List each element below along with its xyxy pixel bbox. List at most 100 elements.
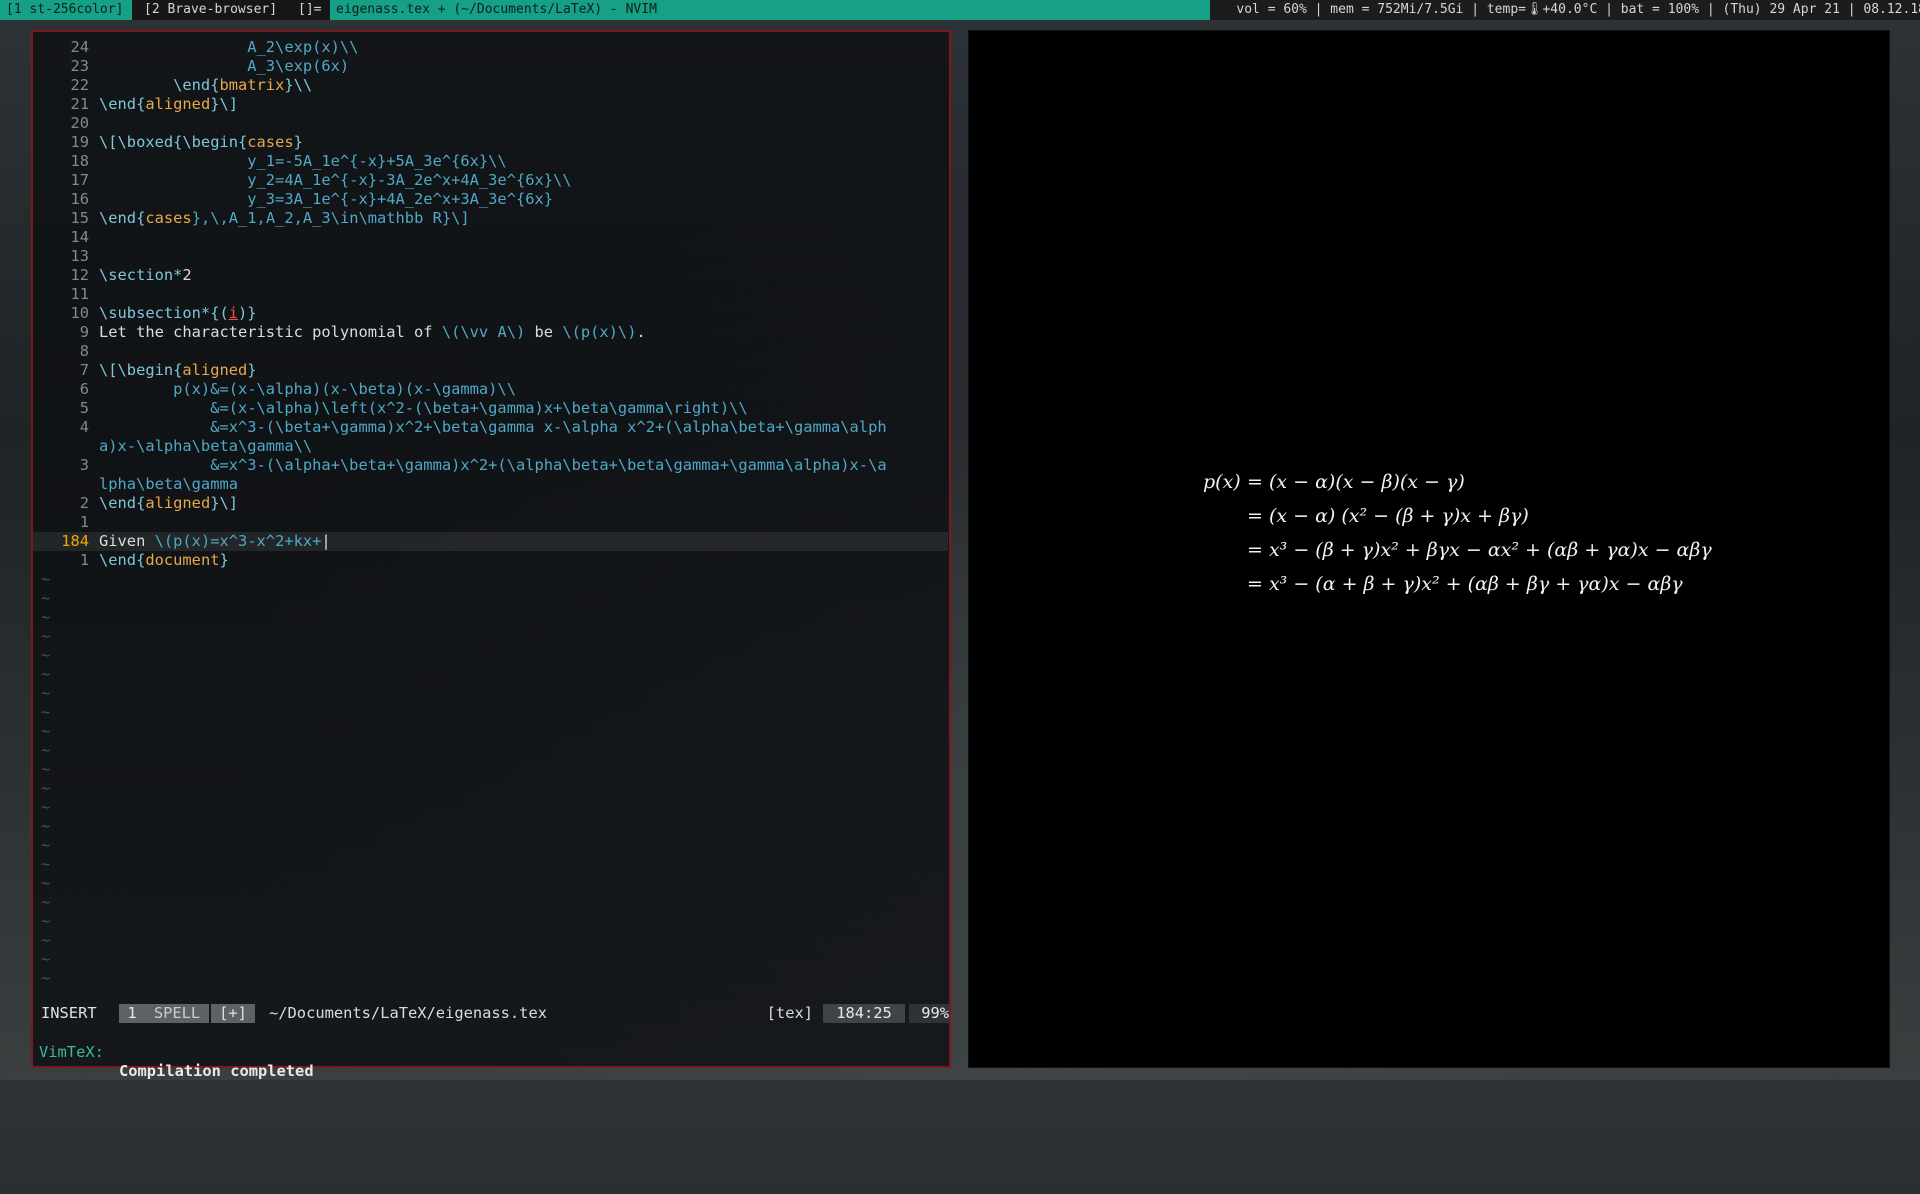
line-text: A_2\exp(x)\\ [99, 38, 358, 57]
line-text: \end{bmatrix}\\ [99, 76, 312, 95]
code-line[interactable]: 16 y_3=3A_1e^{-x}+4A_2e^x+3A_3e^{6x} [33, 190, 949, 209]
line-number: 184 [61, 532, 89, 550]
nvim-window[interactable]: 24 A_2\exp(x)\\ 23 A_3\exp(6x) 22 \end{bma… [31, 30, 951, 1080]
syntax-token: aligned [145, 494, 211, 512]
line-number: 14 [70, 228, 89, 246]
line-number: 19 [70, 133, 89, 151]
syntax-token: },\,A_1,A_2,A_3\in\mathbb R}\] [191, 209, 470, 227]
modified-flag: [+] [211, 1004, 255, 1023]
syntax-token: be [525, 323, 563, 341]
syntax-token: } [219, 551, 229, 569]
workspace-2-tag[interactable]: [2 Brave-browser] [138, 0, 300, 20]
code-line[interactable]: 21 \end{aligned}\] [33, 95, 949, 114]
cmdline-prefix: VimTeX: [39, 1043, 104, 1061]
empty-buffer-line: ~ [33, 893, 949, 912]
syntax-token: | [321, 532, 331, 550]
mode-indicator: INSERT [41, 1004, 97, 1022]
line-text: A_3\exp(6x) [99, 57, 349, 76]
syntax-token: i [228, 304, 239, 322]
syntax-token: aligned [182, 361, 248, 379]
code-line[interactable]: 14 [33, 228, 949, 247]
code-line[interactable]: 19 \[\boxed{\begin{cases} [33, 133, 949, 152]
syntax-token: A_3\exp(6x) [99, 57, 350, 75]
code-line[interactable]: 3 &=x^3-(\alpha+\beta+\gamma)x^2+(\alpha… [33, 456, 949, 475]
code-line[interactable]: 2 \end{aligned}\] [33, 494, 949, 513]
syntax-token: y_2=4A_1e^{-x}-3A_2e^x+4A_3e^{6x}\\ [99, 171, 572, 189]
empty-buffer-line: ~ [33, 665, 949, 684]
code-line[interactable]: 5 &=(x-\alpha)\left(x^2-(\beta+\gamma)x+… [33, 399, 949, 418]
equation-line: = (x − α) (x² − (β + γ)x + βγ) [1203, 505, 1529, 527]
command-line[interactable]: VimTeX: Compilation completed [33, 1024, 949, 1080]
line-text: \end{aligned}\] [99, 494, 238, 513]
code-line[interactable]: 1 \end{document} [33, 551, 949, 570]
empty-buffer-line: ~ [33, 589, 949, 608]
code-line[interactable]: 24 A_2\exp(x)\\ [33, 38, 949, 57]
empty-buffer-line: ~ [33, 969, 949, 988]
scroll-percent: 99% [909, 1004, 949, 1023]
pdf-preview-window[interactable]: p(x) = (x − α)(x − β)(x − γ) = (x − α) (x²… [968, 30, 1890, 1068]
code-line[interactable]: a)x-\alpha\beta\gamma\\ [33, 437, 949, 456]
code-line[interactable]: 7 \[\begin{aligned} [33, 361, 949, 380]
tilde-marker: ~ [41, 912, 51, 930]
line-number: 6 [79, 380, 89, 398]
line-number: 12 [70, 266, 89, 284]
code-line[interactable]: 10 \subsection*{(i)} [33, 304, 949, 323]
syntax-token: &=(x-\alpha)\left(x^2-(\beta+\gamma)x+\b… [99, 399, 748, 417]
empty-buffer-line: ~ [33, 817, 949, 836]
line-number: 13 [70, 247, 89, 265]
syntax-token: cases [247, 133, 294, 151]
syntax-token: }\\ [284, 76, 313, 94]
line-number: 20 [70, 114, 89, 132]
syntax-token: y_3=3A_1e^{-x}+4A_2e^x+3A_3e^{6x} [99, 190, 554, 208]
empty-buffer-line: ~ [33, 760, 949, 779]
syntax-token: \end{ [99, 494, 146, 512]
code-line[interactable]: 8 [33, 342, 949, 361]
empty-buffer-line: ~ [33, 684, 949, 703]
line-text: \section*2 [99, 266, 192, 285]
tilde-marker: ~ [41, 722, 51, 740]
code-line[interactable]: 15 \end{cases},\,A_1,A_2,A_3\in\mathbb R}… [33, 209, 949, 228]
code-line[interactable]: 9 Let the characteristic polynomial of \(… [33, 323, 949, 342]
line-text: y_3=3A_1e^{-x}+4A_2e^x+3A_3e^{6x} [99, 190, 553, 209]
file-path: ~/Documents/LaTeX/eigenass.tex [269, 1004, 547, 1022]
syntax-token: Let the characteristic polynomial of [99, 323, 442, 341]
syntax-token: }\] [210, 494, 239, 512]
line-number: 7 [79, 361, 89, 379]
syntax-token: )} [238, 304, 257, 322]
code-line[interactable]: lpha\beta\gamma [33, 475, 949, 494]
line-number: 21 [70, 95, 89, 113]
line-number: 23 [70, 57, 89, 75]
current-code-line[interactable]: 184 Given \(p(x)=x^3-x^2+kx+| [33, 532, 948, 551]
code-buffer[interactable]: 24 A_2\exp(x)\\ 23 A_3\exp(6x) 22 \end{bma… [33, 38, 949, 988]
tilde-marker: ~ [41, 684, 51, 702]
line-number: 1 [79, 513, 89, 531]
line-text: \end{aligned}\] [99, 95, 238, 114]
code-line[interactable]: 13 [33, 247, 949, 266]
empty-buffer-line: ~ [33, 741, 949, 760]
tilde-marker: ~ [41, 950, 51, 968]
line-number: 9 [79, 323, 89, 341]
code-line[interactable]: 20 [33, 114, 949, 133]
line-number: 8 [79, 342, 89, 360]
code-line[interactable]: 1 [33, 513, 949, 532]
line-text: Let the characteristic polynomial of \(\… [99, 323, 646, 342]
code-line[interactable]: 6 p(x)&=(x-\alpha)(x-\beta)(x-\gamma)\\ [33, 380, 949, 399]
line-number: 17 [70, 171, 89, 189]
syntax-token: aligned [145, 95, 211, 113]
layout-indicator[interactable]: []= [292, 0, 334, 20]
code-line[interactable]: 17 y_2=4A_1e^{-x}-3A_2e^x+4A_3e^{6x}\\ [33, 171, 949, 190]
code-line[interactable]: 4 &=x^3-(\beta+\gamma)x^2+\beta\gamma x-… [33, 418, 949, 437]
code-line[interactable]: 18 y_1=-5A_1e^{-x}+5A_3e^{6x}\\ [33, 152, 949, 171]
empty-buffer-line: ~ [33, 931, 949, 950]
syntax-token: lpha\beta\gamma [99, 475, 238, 493]
line-text: &=x^3-(\beta+\gamma)x^2+\beta\gamma x-\a… [99, 418, 886, 437]
workspace-1-tag[interactable]: [1 st-256color] [0, 0, 132, 20]
line-text: y_2=4A_1e^{-x}-3A_2e^x+4A_3e^{6x}\\ [99, 171, 572, 190]
code-line[interactable]: 11 [33, 285, 949, 304]
line-text: Given \(p(x)=x^3-x^2+kx+| [99, 532, 331, 551]
line-text: \[\boxed{\begin{cases} [99, 133, 303, 152]
code-line[interactable]: 22 \end{bmatrix}\\ [33, 76, 949, 95]
empty-buffer-line: ~ [33, 703, 949, 722]
code-line[interactable]: 23 A_3\exp(6x) [33, 57, 949, 76]
code-line[interactable]: 12 \section*2 [33, 266, 949, 285]
